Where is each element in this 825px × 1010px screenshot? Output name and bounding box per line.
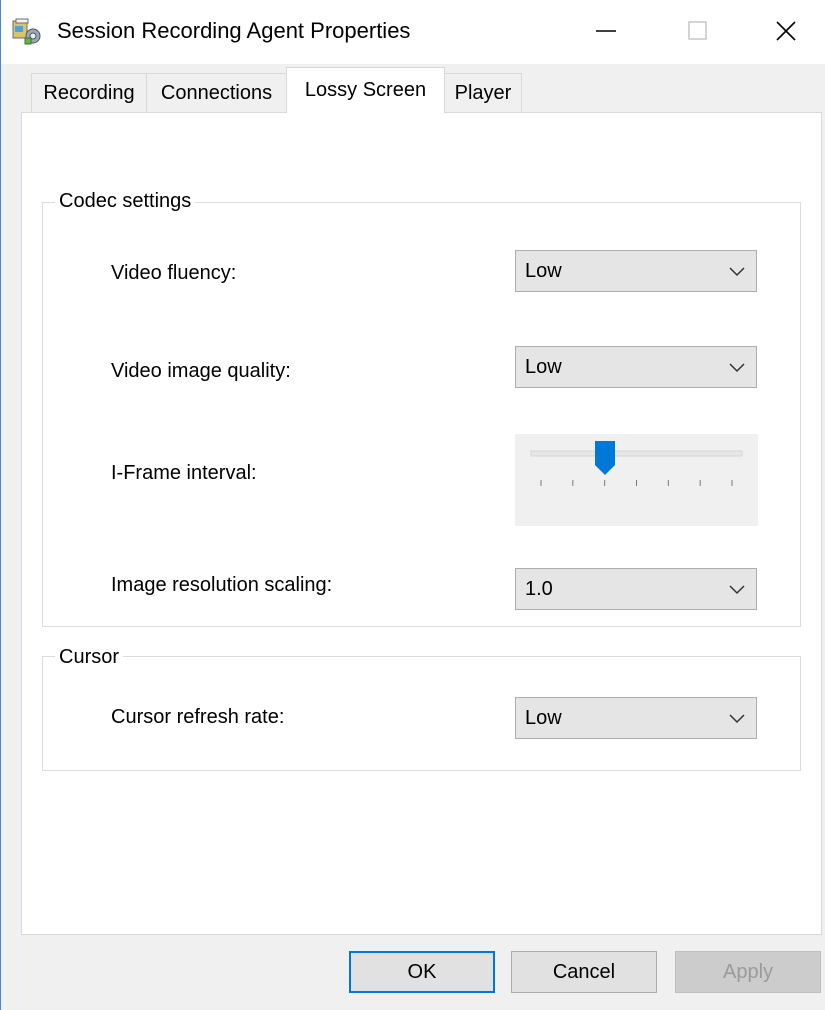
image-resolution-scaling-label: Image resolution scaling: <box>111 574 333 596</box>
apply-button-label: Apply <box>722 960 774 983</box>
tab-recording[interactable]: Recording <box>31 73 147 113</box>
ok-button-label: OK <box>407 960 437 983</box>
apply-button: Apply <box>675 951 821 993</box>
title-bar[interactable]: Session Recording Agent Properties <box>1 0 825 64</box>
tab-player[interactable]: Player <box>444 73 522 113</box>
chevron-down-icon <box>729 267 745 277</box>
cursor-refresh-rate-value: Low <box>525 707 562 729</box>
close-icon <box>776 21 796 41</box>
cursor-refresh-rate-label: Cursor refresh rate: <box>111 706 285 728</box>
maximize-button[interactable] <box>653 0 743 62</box>
video-image-quality-select[interactable]: Low <box>515 346 757 388</box>
tab-lossy-screen[interactable]: Lossy Screen <box>286 67 445 113</box>
minimize-icon <box>596 30 616 32</box>
cursor-refresh-rate-select[interactable]: Low <box>515 697 757 739</box>
chevron-down-icon <box>729 714 745 724</box>
minimize-button[interactable] <box>561 0 651 62</box>
tab-connections[interactable]: Connections <box>146 73 287 113</box>
chevron-down-icon <box>729 363 745 373</box>
close-button[interactable] <box>741 0 825 62</box>
tab-label: Player <box>454 82 512 104</box>
codec-settings-title: Codec settings <box>55 190 196 213</box>
session-recording-app-icon <box>12 18 41 45</box>
video-fluency-value: Low <box>525 260 562 282</box>
slider-thumb[interactable] <box>594 440 616 476</box>
cancel-button-label: Cancel <box>552 960 616 983</box>
tab-label: Recording <box>43 82 135 104</box>
iframe-interval-slider[interactable] <box>515 434 758 526</box>
slider-track <box>530 450 743 486</box>
chevron-down-icon <box>729 585 745 595</box>
image-resolution-scaling-select[interactable]: 1.0 <box>515 568 757 610</box>
image-resolution-scaling-value: 1.0 <box>525 578 553 600</box>
video-fluency-select[interactable]: Low <box>515 250 757 292</box>
properties-window: Session Recording Agent Properties Recor… <box>0 0 825 1010</box>
video-image-quality-label: Video image quality: <box>111 360 291 382</box>
ok-button[interactable]: OK <box>349 951 495 993</box>
iframe-interval-label: I-Frame interval: <box>111 462 257 484</box>
slider-ticks <box>540 480 733 486</box>
video-image-quality-value: Low <box>525 356 562 378</box>
video-fluency-label: Video fluency: <box>111 262 237 284</box>
tab-label: Connections <box>160 82 273 104</box>
cancel-button[interactable]: Cancel <box>511 951 657 993</box>
window-title: Session Recording Agent Properties <box>57 18 411 43</box>
tab-label: Lossy Screen <box>304 79 427 101</box>
cursor-group-title: Cursor <box>55 646 124 669</box>
maximize-icon <box>688 21 707 40</box>
